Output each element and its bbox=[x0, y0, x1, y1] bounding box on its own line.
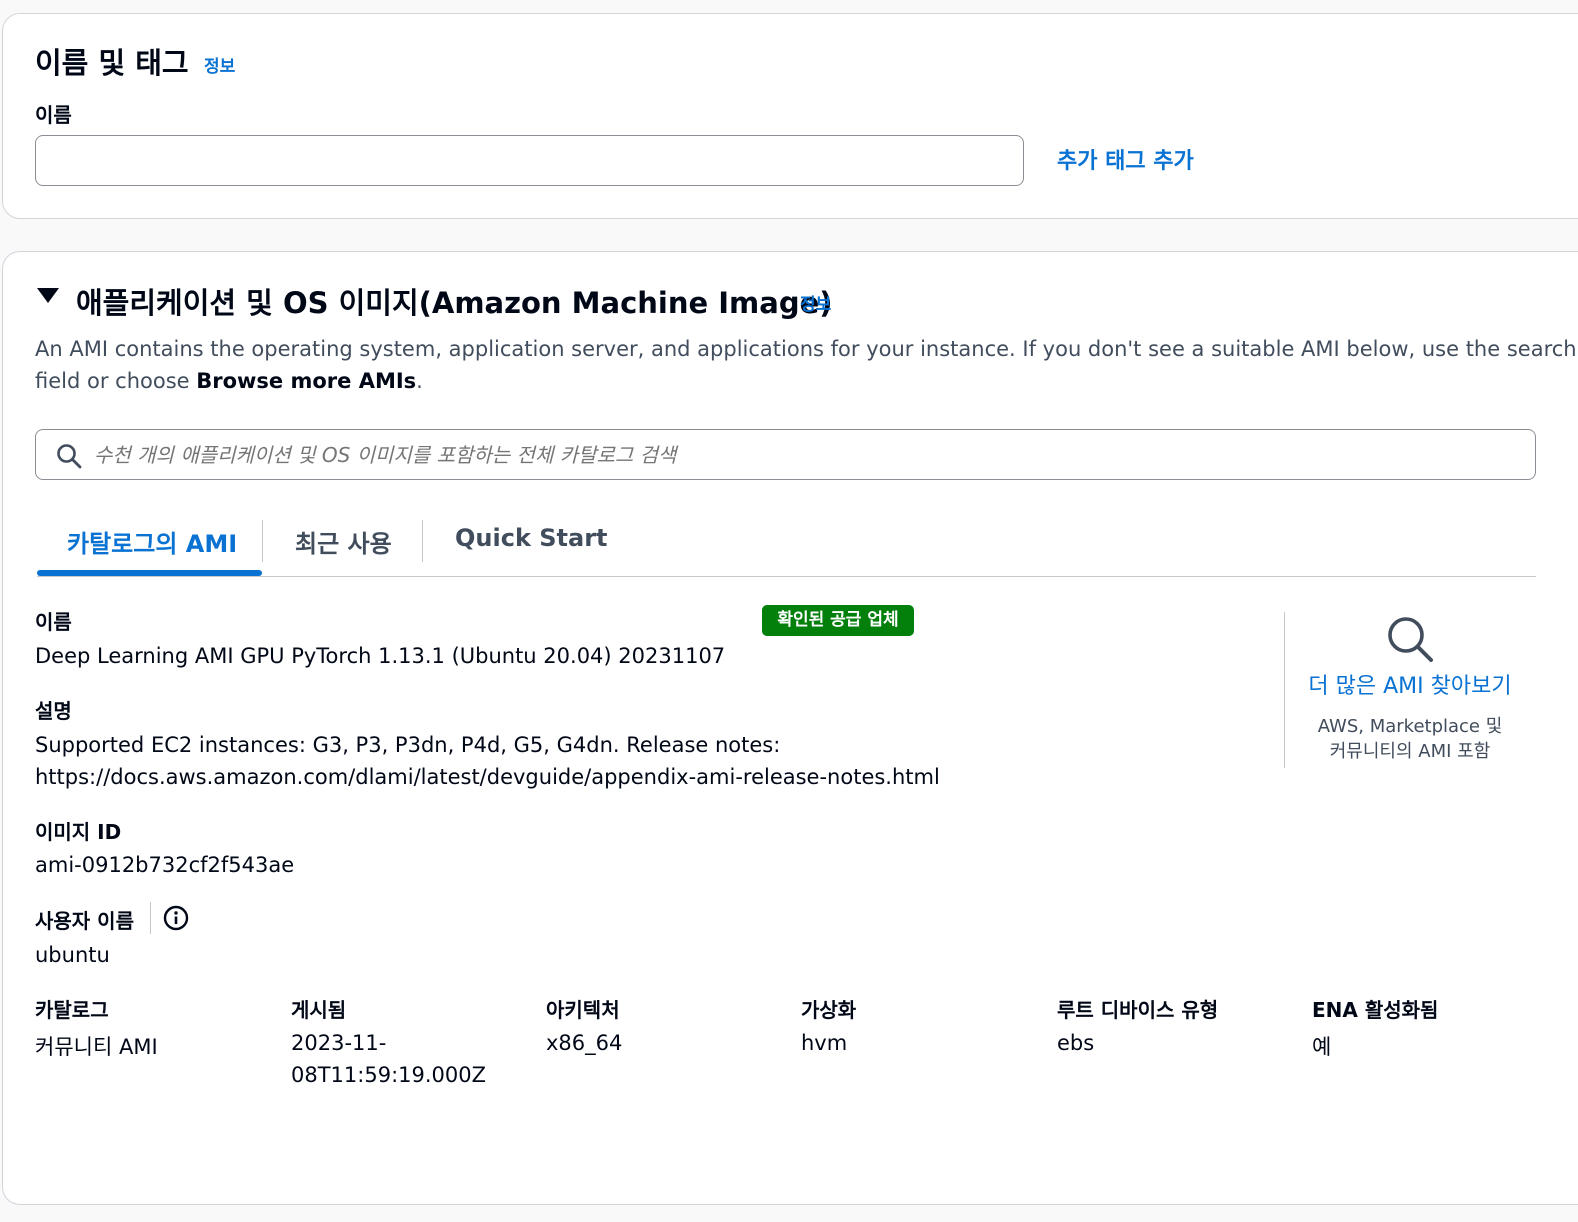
ami-info-link[interactable]: 정보 bbox=[800, 290, 831, 315]
name-tags-title: 이름 및 태그 bbox=[35, 46, 189, 80]
username-label: 사용자 이름 bbox=[35, 909, 134, 933]
tab-divider bbox=[422, 520, 423, 562]
name-input[interactable] bbox=[35, 135, 1024, 186]
ami-description-line1: An AMI contains the operating system, ap… bbox=[35, 337, 1577, 361]
meta-value-architecture: x86_64 bbox=[546, 1031, 623, 1055]
meta-value-published: 2023-11- bbox=[291, 1031, 387, 1055]
ami-section-title: 애플리케이션 및 OS 이미지(Amazon Machine Image) bbox=[76, 286, 833, 320]
verified-provider-badge: 확인된 공급 업체 bbox=[762, 605, 914, 636]
tab-quick-start[interactable]: Quick Start bbox=[455, 524, 608, 552]
info-icon[interactable] bbox=[163, 905, 189, 931]
name-tags-info-link[interactable]: 정보 bbox=[204, 52, 235, 77]
ami-name-value: Deep Learning AMI GPU PyTorch 1.13.1 (Ub… bbox=[35, 644, 726, 668]
ami-desc-label: 설명 bbox=[35, 699, 72, 723]
tabs-baseline bbox=[37, 576, 1536, 577]
ami-name-label: 이름 bbox=[35, 610, 72, 634]
tab-recently-used[interactable]: 최근 사용 bbox=[295, 524, 392, 559]
ami-description-text: field or choose bbox=[35, 369, 197, 393]
browse-more-sub2: 커뮤니티의 AMI 포함 bbox=[1329, 741, 1491, 762]
browse-more-amis-link[interactable]: 더 많은 AMI 찾아보기 bbox=[1290, 668, 1530, 700]
active-tab-indicator bbox=[37, 570, 262, 576]
browse-more-amis-text: Browse more AMIs bbox=[196, 369, 417, 393]
meta-value-ena: 예 bbox=[1312, 1035, 1332, 1059]
meta-label-ena: ENA 활성화됨 bbox=[1312, 998, 1439, 1022]
search-icon bbox=[57, 444, 82, 469]
meta-label-catalog: 카탈로그 bbox=[35, 998, 109, 1022]
meta-label-root-device: 루트 디바이스 유형 bbox=[1057, 998, 1219, 1022]
image-id-label: 이미지 ID bbox=[35, 820, 122, 844]
image-id-value: ami-0912b732cf2f543ae bbox=[35, 853, 295, 877]
ami-search-box[interactable] bbox=[35, 429, 1536, 480]
ami-description-end: . bbox=[416, 369, 423, 393]
name-field-label: 이름 bbox=[35, 103, 72, 127]
meta-value-root-device: ebs bbox=[1057, 1031, 1095, 1055]
meta-label-virtualization: 가상화 bbox=[801, 998, 857, 1022]
search-icon[interactable] bbox=[1385, 614, 1435, 664]
add-tag-link[interactable]: 추가 태그 추가 bbox=[1057, 143, 1194, 175]
meta-value-published-cont: 08T11:59:19.000Z bbox=[291, 1063, 487, 1087]
browse-more-sub1: AWS, Marketplace 및 bbox=[1317, 716, 1503, 737]
meta-label-architecture: 아키텍처 bbox=[546, 998, 620, 1022]
username-divider bbox=[150, 902, 151, 934]
ami-desc-line1: Supported EC2 instances: G3, P3, P3dn, P… bbox=[35, 733, 781, 757]
meta-value-catalog: 커뮤니티 AMI bbox=[35, 1035, 158, 1059]
browse-divider bbox=[1284, 612, 1285, 768]
meta-label-published: 게시됨 bbox=[291, 998, 347, 1022]
ami-description-line2: field or choose Browse more AMIs. bbox=[35, 369, 423, 393]
username-value: ubuntu bbox=[35, 943, 110, 967]
caret-down-icon[interactable] bbox=[37, 288, 59, 304]
ami-search-input[interactable] bbox=[92, 436, 1496, 474]
meta-value-virtualization: hvm bbox=[801, 1031, 848, 1055]
name-and-tags-panel bbox=[2, 13, 1578, 219]
ami-desc-line2: https://docs.aws.amazon.com/dlami/latest… bbox=[35, 765, 940, 789]
tab-divider bbox=[262, 520, 263, 562]
tab-catalog-ami[interactable]: 카탈로그의 AMI bbox=[67, 524, 237, 559]
